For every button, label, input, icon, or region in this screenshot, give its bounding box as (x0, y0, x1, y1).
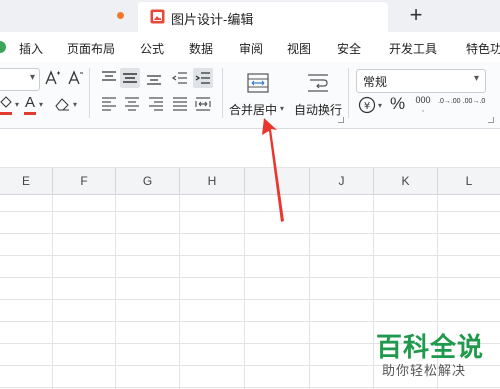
merge-center-button[interactable]: 合并居中 (229, 101, 277, 118)
wrap-text-button[interactable]: 自动换行 (294, 101, 342, 118)
currency-icon[interactable]: ¥ (358, 96, 376, 114)
ribbon-divider (89, 68, 90, 118)
column-header-j[interactable]: J (310, 168, 374, 194)
thousands-separator-button[interactable]: 000 , (413, 96, 433, 114)
menu-item-page-layout[interactable]: 页面布局 (67, 40, 115, 57)
menu-item-developer[interactable]: 开发工具 (389, 40, 437, 57)
dialog-launcher-icon[interactable] (338, 117, 344, 123)
active-document-tab[interactable]: 图片设计-编辑 (138, 2, 388, 32)
menu-item-formulas[interactable]: 公式 (140, 40, 164, 57)
watermark-title: 百科全说 (376, 332, 485, 362)
chevron-down-icon[interactable]: ▾ (280, 104, 284, 113)
decrease-decimal-button[interactable]: .00→.0 (462, 96, 486, 106)
decrease-indent-icon[interactable] (172, 71, 188, 85)
unsaved-dot-icon (117, 12, 124, 19)
chevron-down-icon[interactable]: ▾ (73, 100, 77, 109)
chevron-down-icon[interactable]: ▾ (378, 101, 382, 110)
formula-bar-area[interactable] (0, 129, 500, 168)
font-color-indicator (24, 112, 36, 115)
watermark-subtitle: 助你轻松解决 (382, 363, 467, 378)
decrease-font-size-icon[interactable] (67, 69, 85, 87)
menu-item-special-features[interactable]: 特色功 (466, 40, 500, 57)
merge-center-icon[interactable] (247, 73, 269, 93)
column-header-g[interactable]: G (116, 168, 180, 194)
align-left-icon[interactable] (101, 97, 117, 111)
column-header-f[interactable]: F (53, 168, 116, 194)
column-header-h[interactable]: H (180, 168, 245, 194)
font-size-select[interactable]: ▾ (0, 68, 40, 91)
tab-title: 图片设计-编辑 (171, 12, 254, 27)
ribbon-divider (222, 68, 223, 118)
align-middle-icon[interactable] (122, 71, 138, 85)
grid-line (0, 299, 500, 300)
grid-line (0, 211, 500, 212)
fill-color-indicator (0, 112, 12, 115)
column-header-e[interactable]: E (0, 168, 53, 194)
number-format-select[interactable]: 常规 ▾ (356, 69, 486, 93)
wrap-text-icon[interactable] (306, 73, 330, 93)
increase-decimal-button[interactable]: .0→.00 (438, 96, 461, 106)
chevron-down-icon[interactable]: ▾ (39, 100, 43, 109)
menu-item-insert[interactable]: 插入 (19, 40, 43, 57)
grid-line (179, 195, 180, 389)
clear-format-icon[interactable] (54, 96, 72, 112)
grid-line (0, 321, 500, 322)
align-right-icon[interactable] (148, 97, 164, 111)
grid-line (309, 195, 310, 389)
decrease-decimal-glyph: .00→.0 (462, 98, 486, 105)
grid-line (244, 195, 245, 389)
chevron-down-icon: ▾ (473, 73, 479, 84)
column-header-row: E F G H I J K L (0, 168, 500, 195)
chevron-down-icon[interactable]: ▾ (15, 100, 19, 109)
column-header-i[interactable]: I (245, 168, 310, 194)
menu-item-review[interactable]: 审阅 (239, 40, 263, 57)
grid-line (0, 277, 500, 278)
grid-line (115, 195, 116, 389)
grid-line (0, 255, 500, 256)
tab-bar: 图片设计-编辑 + (0, 0, 500, 32)
dialog-launcher-icon[interactable] (488, 117, 494, 123)
fill-color-icon[interactable] (0, 96, 14, 112)
align-top-icon[interactable] (101, 71, 117, 85)
grid-line (52, 195, 53, 389)
chevron-down-icon: ▾ (29, 72, 35, 83)
column-header-k[interactable]: K (374, 168, 438, 194)
watermark-logo: 百科全说 助你轻松解决 (366, 327, 492, 383)
column-header-l[interactable]: L (438, 168, 500, 194)
thousands-sub-glyph: , (422, 106, 424, 113)
ribbon-divider (348, 68, 349, 118)
align-bottom-icon[interactable] (146, 71, 162, 85)
app-menu-icon[interactable] (0, 41, 6, 53)
menu-item-view[interactable]: 视图 (287, 40, 311, 57)
thousands-glyph: 000 (415, 95, 431, 105)
menu-item-security[interactable]: 安全 (337, 40, 361, 57)
number-format-value: 常规 (363, 75, 388, 89)
font-color-icon[interactable]: A (25, 94, 35, 111)
increase-indent-icon[interactable] (195, 71, 211, 85)
increase-decimal-glyph: .0→.00 (438, 98, 461, 105)
new-tab-button[interactable]: + (405, 2, 427, 28)
menu-item-data[interactable]: 数据 (189, 40, 213, 57)
align-center-icon[interactable] (124, 97, 140, 111)
justify-icon[interactable] (172, 97, 188, 111)
percent-button[interactable]: % (390, 94, 405, 114)
increase-font-size-icon[interactable] (44, 69, 62, 87)
picture-icon (150, 9, 165, 24)
menu-bar: 插入 页面布局 公式 数据 审阅 视图 安全 开发工具 特色功 (0, 32, 500, 62)
distributed-align-icon[interactable] (195, 97, 211, 111)
grid-line (0, 233, 500, 234)
svg-text:¥: ¥ (364, 101, 370, 112)
grid-line (0, 387, 500, 388)
